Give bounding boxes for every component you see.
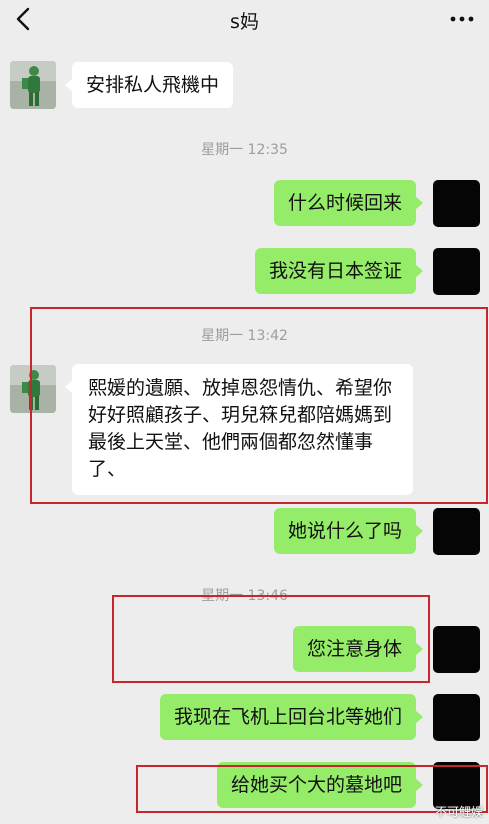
more-button[interactable] (449, 9, 475, 29)
highlight-box (112, 595, 430, 683)
timestamp: 星期一 12:35 (201, 142, 288, 158)
green-figure-avatar-icon (10, 61, 56, 109)
contact-avatar[interactable] (10, 61, 56, 109)
self-avatar[interactable] (433, 508, 480, 555)
message-bubble[interactable]: 什么时候回来 (273, 180, 424, 226)
self-avatar[interactable] (433, 180, 480, 227)
message-bubble[interactable]: 我现在飞机上回台北等她们 (159, 694, 424, 740)
message-bubble[interactable]: 我没有日本签证 (254, 248, 424, 294)
message-bubble[interactable]: 她说什么了吗 (273, 508, 424, 554)
self-avatar[interactable] (433, 626, 480, 673)
watermark: 不可鲤娱 (434, 805, 483, 819)
chat-header: s妈 (0, 0, 489, 40)
more-dots-icon (450, 16, 474, 22)
self-avatar[interactable] (433, 248, 480, 295)
message-bubble[interactable]: 安排私人飛機中 (64, 62, 234, 108)
chat-title: s妈 (230, 11, 259, 33)
highlight-box (30, 307, 488, 504)
self-avatar[interactable] (433, 694, 480, 741)
